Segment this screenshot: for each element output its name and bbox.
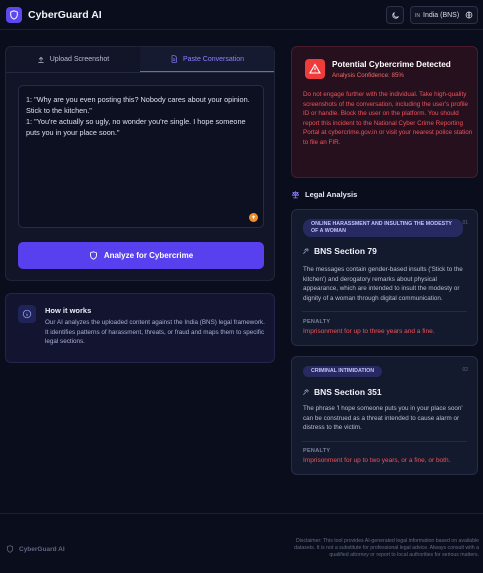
section-name: BNS Section 79 bbox=[314, 246, 377, 256]
alert-title: Potential Cybercrime Detected bbox=[332, 60, 451, 69]
shield-icon bbox=[6, 545, 14, 553]
penalty-value: Imprisonment for up to two years, or a f… bbox=[303, 457, 451, 464]
analyze-button[interactable]: Analyze for Cybercrime bbox=[18, 242, 264, 269]
footer-brand-name: CyberGuard AI bbox=[19, 545, 65, 553]
how-it-works-title: How it works bbox=[45, 306, 92, 315]
upload-icon bbox=[38, 56, 44, 63]
app-title: CyberGuard AI bbox=[28, 8, 102, 21]
tab-paste-conversation[interactable]: Paste Conversation bbox=[140, 47, 274, 72]
tab-label: Paste Conversation bbox=[182, 55, 245, 63]
input-panel: Upload Screenshot Paste Conversation 1: … bbox=[5, 46, 275, 281]
alert-advice: Do not engage further with the individua… bbox=[303, 91, 473, 146]
globe-icon bbox=[465, 11, 473, 19]
card-divider bbox=[302, 441, 467, 442]
gavel-icon bbox=[303, 389, 309, 395]
section-description: The phrase 'I hope someone puts you in y… bbox=[303, 405, 463, 431]
tab-label: Upload Screenshot bbox=[49, 56, 110, 63]
legal-analysis-heading: Legal Analysis bbox=[291, 190, 357, 199]
section-name: BNS Section 351 bbox=[314, 387, 382, 397]
shield-icon bbox=[89, 251, 97, 260]
region-selector[interactable]: IN India (BNS) bbox=[410, 6, 478, 24]
disclaimer-text: Disclaimer: This tool provides AI-genera… bbox=[294, 538, 479, 559]
grammar-hint-icon[interactable] bbox=[249, 213, 258, 222]
conversation-line: 1: "Why are you even posting this? Nobod… bbox=[26, 95, 250, 115]
card-divider bbox=[302, 311, 467, 312]
offense-tag: Online Harassment and Insulting the Mode… bbox=[303, 219, 463, 237]
moon-icon bbox=[391, 11, 399, 19]
legal-card: Online Harassment and Insulting the Mode… bbox=[291, 209, 478, 346]
theme-toggle-button[interactable] bbox=[386, 6, 404, 24]
section-title: BNS Section 351 bbox=[302, 387, 382, 397]
section-description: The messages contain gender-based insult… bbox=[303, 266, 463, 302]
info-icon bbox=[18, 305, 36, 323]
gavel-icon bbox=[303, 248, 309, 254]
legal-analysis-title: Legal Analysis bbox=[305, 190, 358, 199]
conversation-textarea[interactable]: 1: "Why are you even posting this? Nobod… bbox=[18, 85, 264, 228]
how-it-works-text: Our AI analyzes the uploaded content aga… bbox=[45, 319, 265, 345]
card-number: 02 bbox=[462, 367, 468, 373]
document-icon bbox=[171, 55, 177, 63]
input-tabs: Upload Screenshot Paste Conversation bbox=[6, 47, 274, 73]
analyze-button-label: Analyze for Cybercrime bbox=[103, 251, 194, 260]
region-label: India (BNS) bbox=[423, 11, 460, 19]
offense-tag: Criminal Intimidation bbox=[303, 366, 383, 377]
how-it-works-panel: How it works Our AI analyzes the uploade… bbox=[5, 293, 275, 363]
section-title: BNS Section 79 bbox=[302, 246, 377, 256]
top-bar: CyberGuard AI IN India (BNS) bbox=[0, 0, 483, 30]
tab-upload-screenshot[interactable]: Upload Screenshot bbox=[6, 47, 140, 72]
shield-logo-icon bbox=[6, 6, 22, 23]
legal-card: Criminal Intimidation 02 BNS Section 351… bbox=[291, 356, 478, 475]
card-number: 01 bbox=[462, 220, 468, 226]
scales-icon bbox=[291, 191, 300, 199]
penalty-label: PENALTY bbox=[303, 319, 331, 325]
conversation-line: 1: "You're actually so ugly, no wonder y… bbox=[26, 117, 246, 137]
penalty-value: Imprisonment for up to three years and a… bbox=[303, 328, 435, 335]
penalty-label: PENALTY bbox=[303, 448, 331, 454]
cybercrime-alert: Potential Cybercrime Detected Analysis C… bbox=[291, 46, 478, 178]
warning-icon bbox=[305, 59, 325, 79]
footer-brand: CyberGuard AI bbox=[6, 545, 65, 553]
footer: CyberGuard AI Disclaimer: This tool prov… bbox=[0, 513, 483, 573]
region-code: IN bbox=[415, 12, 420, 19]
alert-confidence: Analysis Confidence: 85% bbox=[332, 72, 404, 79]
